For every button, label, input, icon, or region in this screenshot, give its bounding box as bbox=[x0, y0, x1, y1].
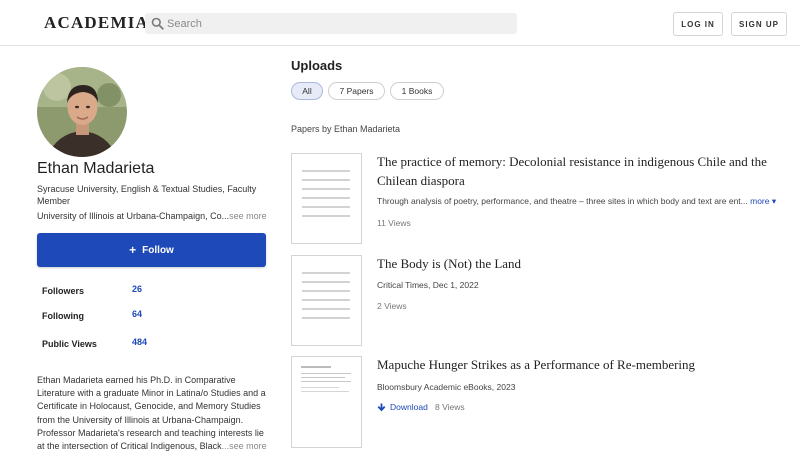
paper-description-text: Through analysis of poetry, performance,… bbox=[377, 196, 748, 206]
profile-affiliation[interactable]: Syracuse University, English & Textual S… bbox=[37, 183, 269, 207]
paper-meta: Critical Times, Dec 1, 2022 bbox=[377, 280, 479, 290]
stat-value-public-views: 484 bbox=[132, 337, 148, 347]
search-input[interactable] bbox=[165, 13, 510, 34]
download-label: Download bbox=[390, 402, 428, 412]
download-icon bbox=[377, 403, 386, 411]
academia-logo[interactable]: ACADEMIA bbox=[44, 13, 149, 33]
filter-all[interactable]: All bbox=[291, 82, 323, 100]
secondary-affiliation-text[interactable]: University of Illinois at Urbana-Champai… bbox=[37, 211, 229, 221]
filter-papers[interactable]: 7 Papers bbox=[328, 82, 385, 100]
paper-title[interactable]: Mapuche Hunger Strikes as a Performance … bbox=[377, 355, 789, 374]
signup-button[interactable]: SIGN UP bbox=[731, 12, 787, 36]
paper-views: 2 Views bbox=[377, 301, 407, 311]
paper-thumbnail[interactable] bbox=[291, 356, 362, 448]
plus-icon: + bbox=[129, 243, 137, 257]
caret-down-icon: ▾ bbox=[771, 196, 777, 206]
stat-label-following[interactable]: Following bbox=[42, 311, 84, 321]
stat-value-followers[interactable]: 26 bbox=[132, 284, 142, 294]
paper-meta: Bloomsbury Academic eBooks, 2023 bbox=[377, 382, 516, 392]
paper-thumbnail[interactable] bbox=[291, 153, 362, 244]
filter-books[interactable]: 1 Books bbox=[390, 82, 444, 100]
stat-label-public-views: Public Views bbox=[42, 339, 97, 349]
paper-more-link[interactable]: more ▾ bbox=[750, 196, 776, 206]
see-more-link[interactable]: see more bbox=[229, 211, 267, 221]
paper-views: 11 Views bbox=[377, 218, 411, 228]
secondary-affiliation: University of Illinois at Urbana-Champai… bbox=[37, 211, 277, 221]
bio-see-more-link[interactable]: ...see more bbox=[222, 441, 267, 451]
download-link[interactable]: Download bbox=[377, 402, 428, 412]
bio-text: Ethan Madarieta earned his Ph.D. in Comp… bbox=[37, 375, 266, 452]
paper-views: 8 Views bbox=[435, 402, 465, 412]
paper-title[interactable]: The practice of memory: Decolonial resis… bbox=[377, 152, 789, 190]
stat-label-followers[interactable]: Followers bbox=[42, 286, 84, 296]
follow-button[interactable]: + Follow bbox=[37, 233, 266, 267]
top-navbar: ACADEMIA LOG IN SIGN UP bbox=[0, 0, 800, 46]
follow-label: Follow bbox=[142, 244, 174, 256]
paper-thumbnail[interactable] bbox=[291, 255, 362, 346]
search-icon bbox=[151, 17, 164, 30]
profile-bio: Ethan Madarieta earned his Ph.D. in Comp… bbox=[37, 374, 269, 453]
paper-title[interactable]: The Body is (Not) the Land bbox=[377, 254, 789, 273]
search-bar[interactable] bbox=[145, 13, 517, 34]
stat-value-following[interactable]: 64 bbox=[132, 309, 142, 319]
profile-name: Ethan Madarieta bbox=[37, 160, 155, 177]
uploads-heading: Uploads bbox=[291, 58, 343, 73]
profile-avatar bbox=[37, 67, 127, 157]
paper-description: Through analysis of poetry, performance,… bbox=[377, 196, 776, 207]
papers-section-label: Papers by Ethan Madarieta bbox=[291, 124, 401, 134]
login-button[interactable]: LOG IN bbox=[673, 12, 723, 36]
paper-more-label: more bbox=[750, 196, 770, 206]
